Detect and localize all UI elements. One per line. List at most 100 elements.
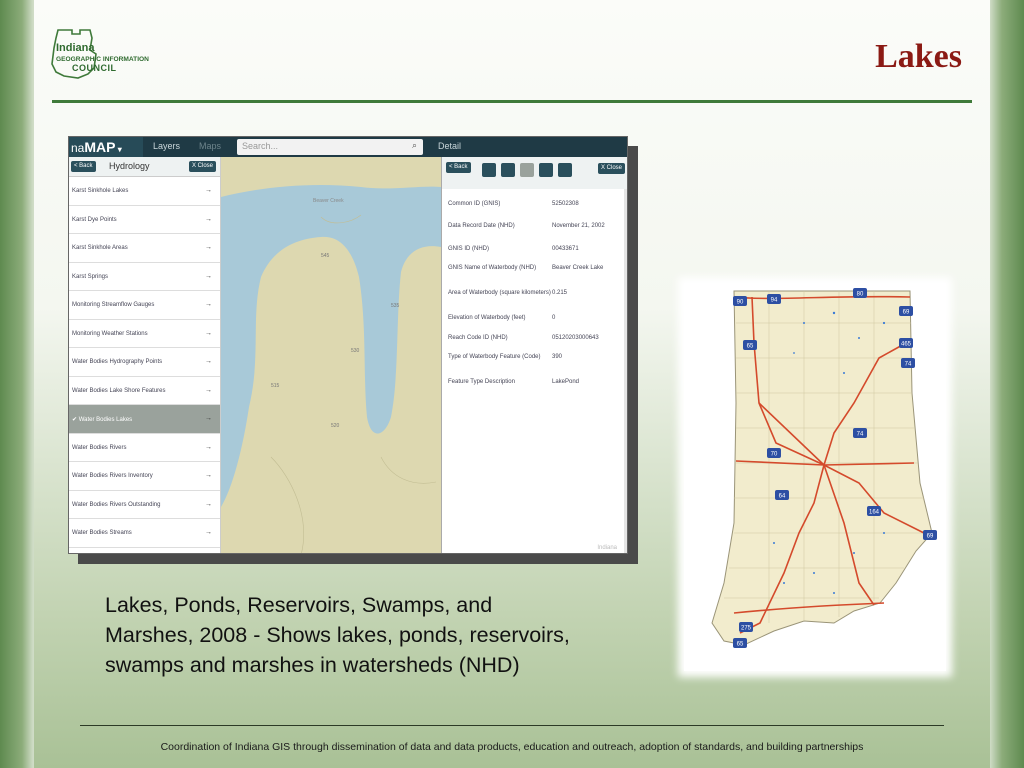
layer-item-label: Water Bodies Rivers Inventory xyxy=(72,473,153,479)
igic-logo: Indiana GEOGRAPHIC INFORMATION COUNCIL xyxy=(51,29,149,79)
detail-row: GNIS ID (NHD) 00433671 xyxy=(448,246,627,252)
detail-key: Type of Waterbody Feature (Code) xyxy=(448,354,541,360)
search-input[interactable]: Search... ⌕ xyxy=(237,139,423,155)
print-icon[interactable] xyxy=(558,163,572,177)
slide-caption: Lakes, Ponds, Reservoirs, Swamps, and Ma… xyxy=(105,593,570,677)
detail-row: Data Record Date (NHD) November 21, 2002 xyxy=(448,223,627,229)
layer-item[interactable]: Water Bodies Hydrography Points → xyxy=(69,348,220,377)
arrow-right-icon: → xyxy=(205,329,212,337)
detail-back-button[interactable]: < Back xyxy=(446,162,471,173)
route-shield-label: 164 xyxy=(869,510,880,516)
app-screenshot: naMAP ▾ Layers Maps Search... ⌕ Detail <… xyxy=(68,136,628,554)
layer-item[interactable]: Karst Sinkhole Areas → xyxy=(69,234,220,263)
layer-item[interactable]: Water Bodies Rivers Inventory → xyxy=(69,462,220,491)
layer-item-label: Water Bodies Rivers Outstanding xyxy=(72,501,161,508)
table-icon[interactable] xyxy=(501,163,515,177)
layer-item[interactable]: Monitoring Weather Stations → xyxy=(69,320,220,348)
export-icon[interactable] xyxy=(539,163,553,177)
detail-panel: < Back X Close Common ID (GNIS) 52502308 D… xyxy=(441,157,627,553)
arrow-right-icon: → xyxy=(205,500,212,508)
tab-maps[interactable]: Maps xyxy=(199,141,221,151)
logo-text-council: COUNCIL xyxy=(72,63,117,73)
back-button[interactable]: < Back xyxy=(71,161,96,172)
layer-item[interactable]: Water Bodies Streams → xyxy=(69,519,220,548)
arrow-right-icon: → xyxy=(205,529,212,536)
arrow-right-icon: → xyxy=(205,443,212,451)
detail-row: Elevation of Waterbody (feet) 0 xyxy=(448,315,627,321)
detail-row: Reach Code ID (NHD) 05120203000643 xyxy=(448,335,627,341)
map-label-2: 535 xyxy=(391,303,400,309)
arrow-right-icon: → xyxy=(205,415,212,422)
layer-item[interactable]: Karst Sinkhole Lakes → xyxy=(69,177,220,206)
route-shield-label: 64 xyxy=(779,494,786,500)
detail-row: Common ID (GNIS) 52502308 xyxy=(448,201,627,207)
arrow-right-icon: → xyxy=(205,244,212,251)
route-shield-label: 80 xyxy=(857,292,864,298)
route-shield-label: 94 xyxy=(771,298,778,304)
layer-item-label: Karst Dye Points xyxy=(72,216,117,223)
map-label-5: 530 xyxy=(351,348,360,354)
layer-item-label: Karst Sinkhole Areas xyxy=(72,245,128,251)
tab-layers[interactable]: Layers xyxy=(153,141,180,151)
layer-item[interactable]: Karst Dye Points → xyxy=(69,206,220,234)
detail-key: Common ID (GNIS) xyxy=(448,201,501,207)
layer-item[interactable]: Water Bodies Rivers Outstanding → xyxy=(69,491,220,519)
detail-row: GNIS Name of Waterbody (NHD) Beaver Creek… xyxy=(448,265,627,271)
slide-footer: Coordination of Indiana GIS through diss… xyxy=(160,741,864,753)
layer-item-label: Water Bodies Hydrography Points xyxy=(72,359,163,365)
route-shield-label: 275 xyxy=(741,626,752,632)
route-shield-label: 465 xyxy=(901,342,912,348)
arrow-right-icon: → xyxy=(205,272,212,280)
map-watermark: Indiana xyxy=(597,545,617,551)
layer-item-label: Monitoring Streamflow Gauges xyxy=(72,302,155,308)
map-label-3: 515 xyxy=(271,383,280,389)
arrow-right-icon: → xyxy=(205,215,212,223)
map-label-1: 545 xyxy=(321,253,330,259)
route-shield-label: 70 xyxy=(771,452,778,458)
layer-item[interactable]: ✔ Water Bodies Lakes → xyxy=(69,405,220,434)
zoom-to-icon[interactable] xyxy=(482,163,496,177)
route-shield-label: 65 xyxy=(737,642,744,648)
detail-row: Feature Type Description LakePond xyxy=(448,379,627,385)
indiana-road-map: 90 94 80 65 69 465 74 70 64 164 275 65 69 74 xyxy=(684,283,946,671)
layer-item[interactable]: Water Bodies Rivers → xyxy=(69,434,220,462)
layer-item-label: Water Bodies Streams xyxy=(72,530,132,536)
detail-value: LakePond xyxy=(552,379,580,385)
detail-key: Feature Type Description xyxy=(448,379,515,385)
detail-tab[interactable]: Detail xyxy=(424,137,627,157)
route-shield-label: 74 xyxy=(905,362,912,368)
layer-item-label: Water Bodies Lake Shore Features xyxy=(72,387,166,394)
detail-value: 05120203000643 xyxy=(552,335,599,341)
layers-panel: < Back Hydrology X Close Karst Sinkhole … xyxy=(69,157,221,553)
route-shield-label: 69 xyxy=(927,534,934,540)
chart-icon[interactable] xyxy=(520,163,534,177)
detail-close-button[interactable]: X Close xyxy=(597,163,625,174)
layer-item[interactable]: Monitoring Streamflow Gauges → xyxy=(69,291,220,320)
detail-key: Area of Waterbody (square kilometers) xyxy=(448,290,551,296)
layers-panel-header: < Back Hydrology X Close xyxy=(69,157,220,177)
detail-row: Area of Waterbody (square kilometers)0.2… xyxy=(448,290,627,296)
layer-item-label: Water Bodies Lakes xyxy=(78,417,133,423)
layer-item-label: Karst Springs xyxy=(72,273,109,280)
detail-value: 0 xyxy=(552,315,556,321)
detail-value: 00433671 xyxy=(552,246,579,252)
arrow-right-icon: → xyxy=(205,358,212,365)
search-icon[interactable]: ⌕ xyxy=(412,140,417,151)
layer-item[interactable]: Karst Springs → xyxy=(69,263,220,291)
layer-item[interactable]: Water Bodies Lake Shore Features → xyxy=(69,377,220,405)
close-button[interactable]: X Close xyxy=(188,161,216,172)
brand-name: MAP xyxy=(84,139,116,155)
layer-item-label: Karst Sinkhole Lakes xyxy=(72,188,129,194)
map-view[interactable]: Beaver Creek 545 535 515 520 530 xyxy=(221,157,441,554)
panel-title: Hydrology xyxy=(109,161,150,171)
app-brand[interactable]: naMAP ▾ xyxy=(69,137,143,157)
layer-item-label: Monitoring Weather Stations xyxy=(72,330,148,337)
detail-scrollbar[interactable] xyxy=(624,189,627,553)
route-shield-label: 69 xyxy=(903,310,910,316)
arrow-right-icon: → xyxy=(205,386,212,394)
bottom-divider xyxy=(80,725,944,726)
detail-key: Data Record Date (NHD) xyxy=(448,223,515,229)
search-placeholder: Search... xyxy=(242,141,279,151)
layer-item-label: Water Bodies Rivers xyxy=(72,444,127,451)
detail-key: GNIS ID (NHD) xyxy=(448,246,489,252)
